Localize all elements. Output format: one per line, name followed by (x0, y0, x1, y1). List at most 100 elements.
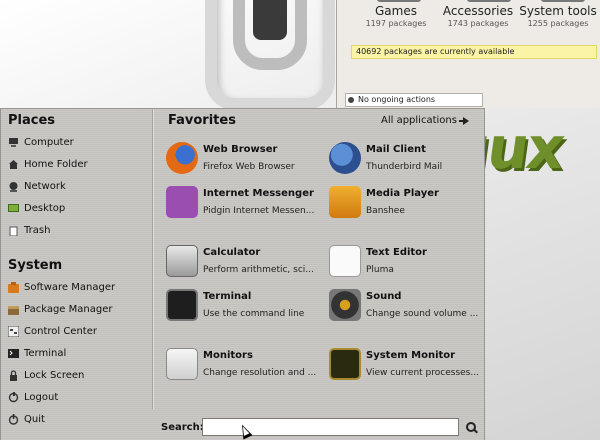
system-heading: System (8, 258, 63, 273)
favorite-name: System Monitor (366, 350, 456, 361)
sound-icon (329, 289, 361, 321)
trash-icon (8, 225, 19, 236)
places-item-home-folder[interactable]: Home Folder (8, 154, 88, 174)
system-item-package-manager[interactable]: Package Manager (8, 299, 112, 319)
category-count: 1743 packages (447, 19, 509, 28)
favorite-name: Sound (366, 291, 402, 302)
favorite-desc: Change sound volume ... (366, 309, 479, 319)
category-count: 1255 packages (527, 19, 589, 28)
quit-icon (8, 413, 19, 425)
favorites-heading: Favorites (168, 113, 236, 128)
places-item-label: Network (24, 180, 66, 192)
places-item-computer[interactable]: Computer (8, 132, 74, 152)
firefox-icon (166, 142, 198, 174)
category-tile (467, 0, 511, 2)
places-item-trash[interactable]: Trash (8, 220, 50, 240)
status-icon (348, 97, 354, 103)
desktop-icon (8, 203, 19, 214)
home-folder-icon (8, 159, 19, 170)
favorite-mail-client[interactable]: Mail Client Thunderbird Mail (329, 139, 489, 179)
favorite-name: Calculator (203, 247, 261, 258)
favorite-desc: View current processes... (366, 368, 479, 378)
computer-icon (8, 137, 19, 148)
favorite-sound[interactable]: Sound Change sound volume ... (329, 286, 489, 326)
favorite-text-editor[interactable]: Text Editor Pluma (329, 242, 489, 282)
favorite-monitors[interactable]: Monitors Change resolution and ... (166, 345, 326, 385)
favorite-web-browser[interactable]: Web Browser Firefox Web Browser (166, 139, 326, 179)
text-editor-icon (329, 245, 361, 277)
all-applications-button[interactable]: All applications (381, 115, 469, 126)
monitors-icon (166, 348, 198, 380)
packages-available-notice: 40692 packages are currently available (351, 45, 597, 59)
favorite-desc: Change resolution and ... (203, 368, 317, 378)
software-manager-icon (8, 281, 19, 293)
favorite-media-player[interactable]: Media Player Banshee (329, 183, 489, 223)
system-item-label: Package Manager (24, 303, 113, 315)
package-manager-icon (8, 304, 19, 315)
system-item-label: Software Manager (24, 281, 116, 293)
system-item-logout[interactable]: Logout (8, 387, 58, 407)
terminal-icon (8, 348, 19, 359)
places-heading: Places (8, 113, 56, 128)
search-label: Search: (161, 422, 204, 433)
pidgin-icon (166, 186, 198, 218)
arrow-right-icon (458, 116, 469, 125)
system-item-label: Control Center (24, 325, 97, 337)
category-accessories[interactable]: Accessories 1743 packages (433, 4, 523, 28)
status-text: No ongoing actions (358, 95, 436, 104)
places-item-network[interactable]: Network (8, 176, 66, 196)
mint-logo-wallpaper (205, 0, 335, 110)
category-tile (541, 0, 585, 2)
category-system-tools[interactable]: System tools 1255 packages (513, 4, 600, 28)
category-games[interactable]: Games 1197 packages (351, 4, 441, 28)
favorite-name: Terminal (203, 291, 252, 302)
places-item-label: Computer (24, 136, 74, 148)
favorite-name: Internet Messenger (203, 188, 314, 199)
search-icon[interactable] (465, 421, 478, 434)
places-item-label: Desktop (24, 202, 66, 214)
system-item-label: Logout (24, 391, 59, 403)
calculator-icon (166, 245, 198, 277)
all-applications-label: All applications (381, 115, 457, 126)
category-count: 1197 packages (365, 19, 427, 28)
favorite-desc: Pluma (366, 265, 394, 275)
system-item-terminal[interactable]: Terminal (8, 343, 66, 363)
thunderbird-icon (329, 142, 361, 174)
terminal-icon (166, 289, 198, 321)
favorite-desc: Banshee (366, 206, 405, 216)
places-item-desktop[interactable]: Desktop (8, 198, 65, 218)
category-tile (377, 0, 421, 2)
actions-status[interactable]: No ongoing actions (345, 93, 483, 107)
favorite-desc: Pidgin Internet Messen... (203, 206, 315, 216)
category-name: Accessories (442, 4, 514, 18)
lock-icon (8, 369, 19, 381)
system-item-quit[interactable]: Quit (8, 409, 45, 429)
system-item-software-manager[interactable]: Software Manager (8, 277, 115, 297)
control-center-icon (7, 325, 20, 337)
favorite-name: Text Editor (366, 247, 427, 258)
menu-divider (152, 109, 153, 409)
favorite-desc: Use the command line (203, 309, 305, 319)
places-item-label: Trash (24, 224, 51, 236)
favorite-system-monitor[interactable]: System Monitor View current processes... (329, 345, 489, 385)
favorite-desc: Perform arithmetic, sci... (203, 265, 314, 275)
favorite-name: Monitors (203, 350, 253, 361)
places-item-label: Home Folder (24, 158, 88, 170)
favorite-internet-messenger[interactable]: Internet Messenger Pidgin Internet Messe… (166, 183, 326, 223)
favorite-name: Media Player (366, 188, 439, 199)
favorite-terminal[interactable]: Terminal Use the command line (166, 286, 326, 326)
category-name: System tools (519, 4, 597, 18)
favorite-name: Mail Client (366, 144, 426, 155)
network-icon (8, 181, 19, 192)
category-name: Games (375, 4, 417, 18)
application-menu: Places Computer Home Folder Network Desk… (0, 108, 485, 440)
system-item-control-center[interactable]: Control Center (7, 321, 97, 341)
system-item-lock-screen[interactable]: Lock Screen (8, 365, 84, 385)
system-item-label: Quit (24, 413, 45, 425)
favorite-desc: Thunderbird Mail (366, 162, 443, 172)
logout-icon (8, 391, 19, 403)
favorite-name: Web Browser (203, 144, 278, 155)
favorite-calculator[interactable]: Calculator Perform arithmetic, sci... (166, 242, 326, 282)
banshee-icon (329, 186, 361, 218)
software-manager-window: Games 1197 packages Accessories 1743 pac… (336, 0, 600, 108)
